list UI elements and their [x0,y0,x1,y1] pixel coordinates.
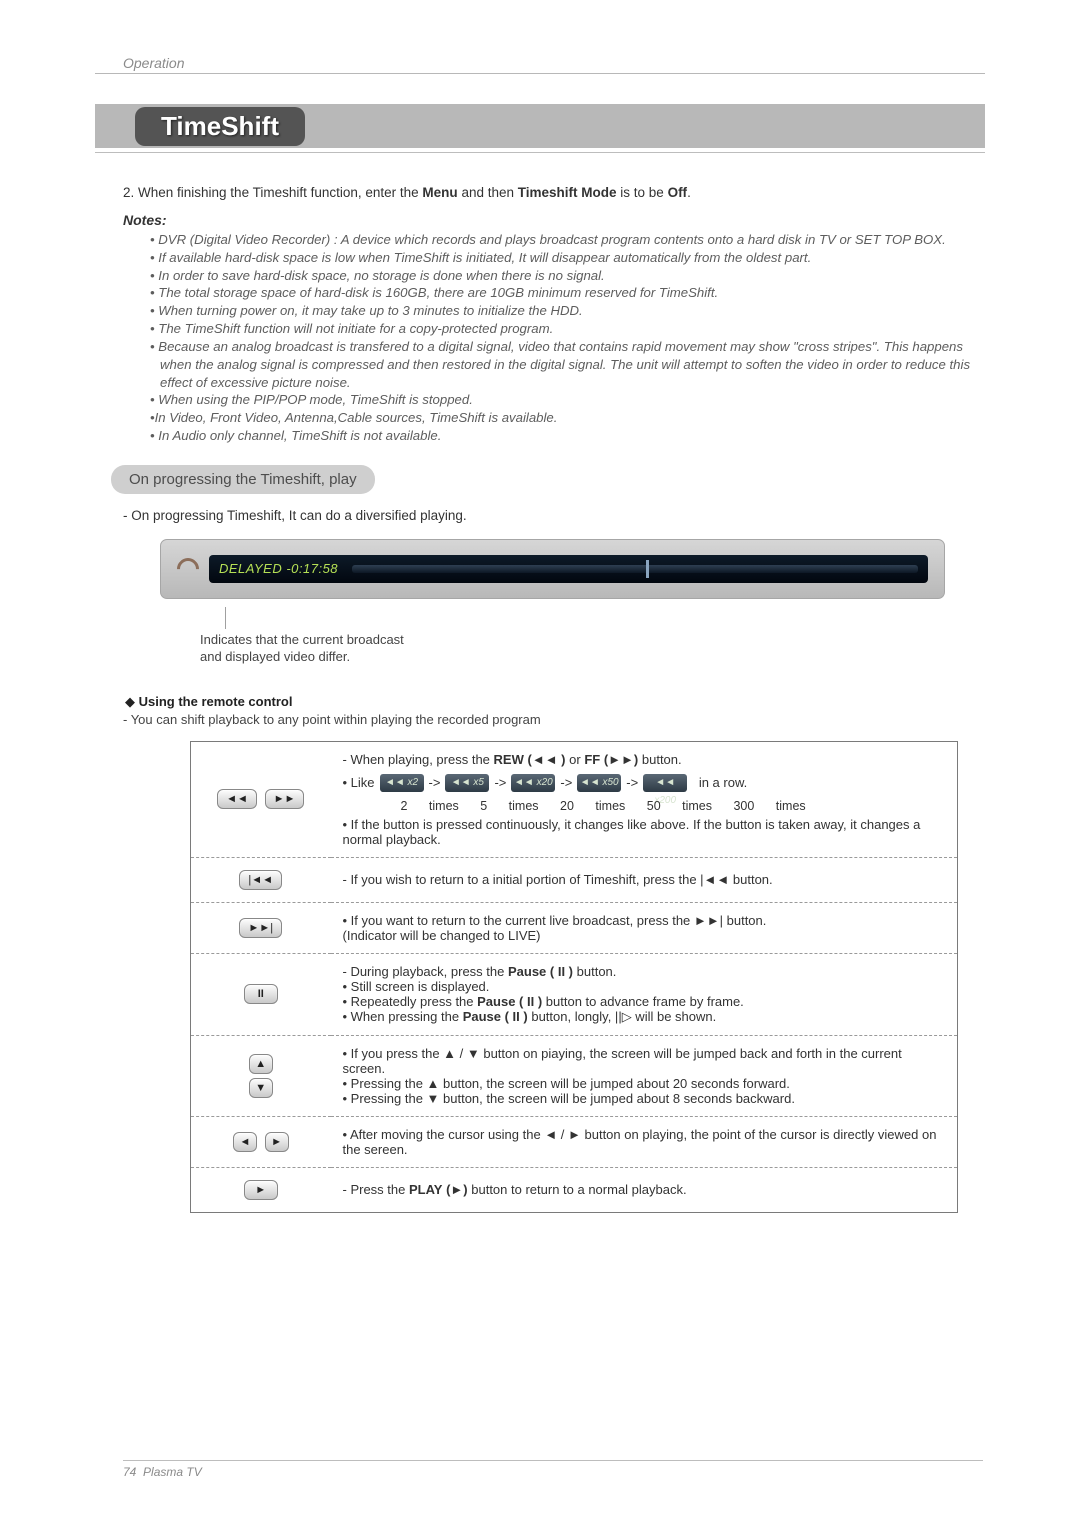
note-item: • The total storage space of hard-disk i… [150,284,985,302]
rewind-icon: ◄◄ [217,789,257,809]
page-footer: 74 Plasma TV [123,1460,983,1479]
play-icon: ► [244,1180,278,1200]
left-icon: ◄ [233,1132,257,1152]
page-context-heading: Operation [95,55,985,74]
table-row: II - During playback, press the Pause ( … [191,953,958,1035]
row-desc: • If you want to return to the current l… [331,902,958,953]
play-arc-icon [172,553,203,584]
up-icon: ▲ [249,1054,273,1074]
table-row: |◄◄ - If you wish to return to a initial… [191,857,958,902]
speed-chip: ◄◄ x200 [643,774,687,792]
step-text: 2. When finishing the Timeshift function… [95,185,985,200]
speed-chip: ◄◄ x5 [445,774,489,792]
notes-heading: Notes: [95,212,985,228]
table-row: ▲ ▼ • If you press the ▲ / ▼ button on p… [191,1035,958,1116]
note-item: • If available hard-disk space is low wh… [150,249,985,267]
note-item: • In Audio only channel, TimeShift is no… [150,427,985,445]
speed-label-row: 2 times 5 times 20 times 50 times 300 ti… [343,799,946,813]
table-row: ◄ ► • After moving the cursor using the … [191,1116,958,1167]
skipend-icon: ►►| [239,918,282,938]
progress-desc: - On progressing Timeshift, It can do a … [95,508,985,523]
pause-icon: II [244,984,278,1004]
delayed-bar: DELAYED -0:17:58 [209,555,928,583]
note-item: • The TimeShift function will not initia… [150,320,985,338]
timeline-bar [352,565,918,573]
section-title-bar: TimeShift [95,104,985,148]
note-item: • When using the PIP/POP mode, TimeShift… [150,391,985,409]
row-desc: - If you wish to return to a initial por… [331,857,958,902]
note-item: • Because an analog broadcast is transfe… [150,338,985,391]
speed-chip: ◄◄ x2 [380,774,424,792]
fastforward-icon: ►► [265,789,305,809]
table-row: ►►| • If you want to return to the curre… [191,902,958,953]
annotation-connector [225,607,226,629]
row-desc: • After moving the cursor using the ◄ / … [331,1116,958,1167]
note-item: • When turning power on, it may take up … [150,302,985,320]
notes-list: • DVR (Digital Video Recorder) : A devic… [95,231,985,445]
right-icon: ► [265,1132,289,1152]
row-desc: • If you press the ▲ / ▼ button on piayi… [331,1035,958,1116]
divider [95,152,985,153]
row-desc: - During playback, press the Pause ( II … [331,953,958,1035]
note-item: •In Video, Front Video, Antenna,Cable so… [150,409,985,427]
note-item: • In order to save hard-disk space, no s… [150,267,985,285]
remote-table: ◄◄ ►► - When playing, press the REW (◄◄ … [190,741,958,1213]
table-row: ◄◄ ►► - When playing, press the REW (◄◄ … [191,741,958,857]
delayed-preview: DELAYED -0:17:58 [160,539,945,599]
annotation-text: Indicates that the current broadcast and… [95,631,985,666]
row-desc: - Press the PLAY (►) button to return to… [331,1167,958,1212]
row-desc: - When playing, press the REW (◄◄ ) or F… [331,741,958,857]
speed-chip: ◄◄ x20 [511,774,555,792]
subheading-pill: On progressing the Timeshift, play [111,465,375,494]
section-title: TimeShift [135,107,305,146]
note-item: • DVR (Digital Video Recorder) : A devic… [150,231,985,249]
speed-chip: ◄◄ x50 [577,774,621,792]
skipstart-icon: |◄◄ [239,870,282,890]
table-row: ► - Press the PLAY (►) button to return … [191,1167,958,1212]
remote-subtext: - You can shift playback to any point wi… [95,712,985,727]
down-icon: ▼ [249,1078,273,1098]
delayed-label: DELAYED -0:17:58 [219,561,338,576]
remote-heading: ◆ Using the remote control [95,694,985,710]
